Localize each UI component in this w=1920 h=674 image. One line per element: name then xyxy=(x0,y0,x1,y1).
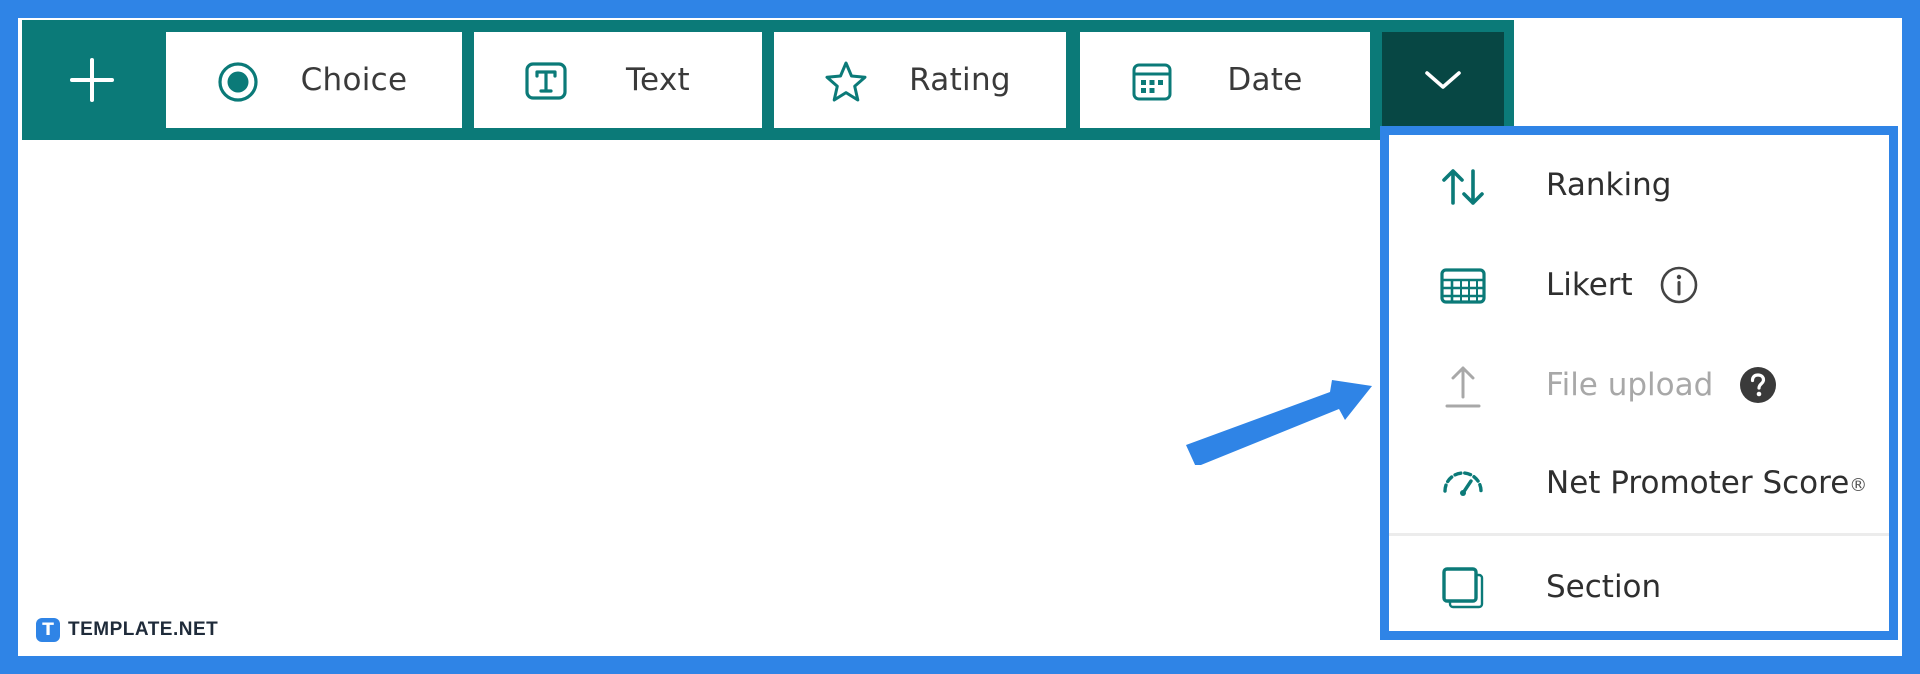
choice-label: Choice xyxy=(300,62,408,98)
section-icon xyxy=(1442,567,1484,609)
rating-button[interactable]: Rating xyxy=(774,32,1066,128)
sort-arrows-icon xyxy=(1442,169,1484,205)
chevron-down-icon xyxy=(1425,71,1461,89)
menu-item-net-promoter-score[interactable]: Net Promoter Score ® xyxy=(1389,433,1889,533)
likert-label: Likert xyxy=(1546,267,1633,303)
date-label: Date xyxy=(1227,62,1303,98)
date-button[interactable]: Date xyxy=(1080,32,1370,128)
annotation-arrow-icon xyxy=(1186,380,1372,465)
menu-item-section[interactable]: Section xyxy=(1389,537,1889,637)
plus-icon xyxy=(70,58,114,102)
upload-icon xyxy=(1445,366,1481,408)
menu-item-label: Ranking xyxy=(1546,167,1672,203)
menu-item-ranking[interactable]: Ranking xyxy=(1389,135,1889,235)
logo-mark-icon: T xyxy=(36,618,60,642)
menu-item-file-upload: File upload xyxy=(1389,335,1889,435)
menu-item-likert[interactable]: Likert xyxy=(1389,235,1889,335)
menu-divider xyxy=(1389,533,1889,536)
file-upload-label: File upload xyxy=(1546,367,1714,403)
rating-label: Rating xyxy=(909,62,1011,98)
text-button[interactable]: Text xyxy=(474,32,762,128)
question-type-toolbar: Choice Text Rating Date xyxy=(22,20,1514,140)
menu-item-label: Section xyxy=(1546,569,1662,605)
logo-text: TEMPLATE.NET xyxy=(68,619,219,640)
menu-item-label: File upload xyxy=(1546,335,1777,435)
menu-item-label: Likert xyxy=(1546,235,1699,335)
registered-mark: ® xyxy=(1849,474,1868,496)
more-question-types-button[interactable] xyxy=(1382,32,1504,128)
help-icon[interactable] xyxy=(1739,366,1777,404)
gauge-icon xyxy=(1443,471,1483,496)
add-question-button[interactable] xyxy=(22,20,162,140)
likert-grid-icon xyxy=(1440,268,1486,304)
template-logo: T TEMPLATE.NET xyxy=(36,617,218,643)
info-icon[interactable] xyxy=(1659,265,1699,305)
menu-item-label: Net Promoter Score ® xyxy=(1546,433,1867,533)
text-label: Text xyxy=(626,62,690,98)
choice-button[interactable]: Choice xyxy=(166,32,462,128)
more-types-dropdown: Ranking Likert File upload Net Promoter … xyxy=(1380,126,1898,640)
nps-label: Net Promoter Score xyxy=(1546,465,1850,501)
